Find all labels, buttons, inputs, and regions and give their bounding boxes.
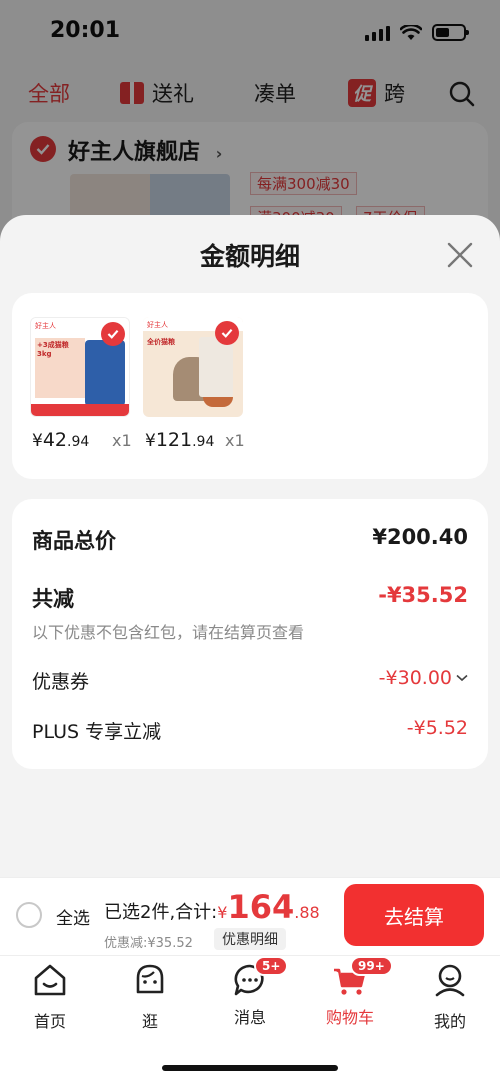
tab-cart[interactable]: 99+ 购物车 <box>310 956 393 1028</box>
product-image-banner <box>31 404 129 416</box>
product-price: ¥42.94 <box>32 429 89 451</box>
coupon-value-row[interactable]: -¥30.00 <box>379 667 468 689</box>
product-image: 好主人 全价猫粮 <box>143 317 243 417</box>
reduction-note: 以下优惠不包含红包，请在结算页查看 <box>32 623 305 642</box>
product-image: 好主人 +3成猫粮3kg <box>30 317 130 417</box>
cart-badge: 99+ <box>350 956 393 976</box>
bottom-tab-bar: 首页 逛 5+ 消息 99+ 购物车 我的 <box>0 955 500 1083</box>
product-image-panel: +3成猫粮3kg <box>35 338 85 398</box>
order-total: ¥164.88 <box>217 888 320 926</box>
currency-symbol: ¥ <box>217 903 228 922</box>
select-all-checkbox[interactable] <box>16 902 42 928</box>
total-decimal: .88 <box>294 903 320 922</box>
discount-summary: 优惠减:¥35.52 <box>104 936 193 951</box>
tab-home-label: 首页 <box>33 1012 66 1031</box>
product-bag-graphic <box>199 337 233 397</box>
close-icon[interactable] <box>446 241 474 269</box>
selected-good-item[interactable]: 好主人 全价猫粮 ¥121.94 x1 <box>143 317 245 451</box>
plus-discount-label: PLUS 专享立减 <box>32 721 162 743</box>
home-icon <box>34 964 66 996</box>
product-image-text: 全价猫粮 <box>147 338 175 346</box>
tab-discover-label: 逛 <box>141 1012 158 1031</box>
chevron-down-icon <box>456 674 468 682</box>
total-reduction-label: 共减 <box>32 587 74 611</box>
cart-icon-wrap: 99+ <box>332 956 393 998</box>
selected-count-text: 已选2件,合计: <box>104 902 218 923</box>
currency-symbol: ¥ <box>32 431 43 451</box>
coupon-value: -¥30.00 <box>378 667 452 689</box>
total-price-label: 商品总价 <box>32 529 116 553</box>
order-summary: 已选2件,合计:¥164.88 <box>104 888 320 926</box>
checkbox-checked-icon <box>101 322 125 346</box>
product-quantity: x1 <box>225 431 245 450</box>
price-integer: 121 <box>155 429 193 451</box>
home-indicator <box>162 1065 338 1071</box>
selected-goods-card: 好主人 +3成猫粮3kg ¥42.94 x1 好主人 全价猫粮 ¥121.94 … <box>12 293 488 479</box>
sheet-title: 金额明细 <box>199 242 300 271</box>
currency-symbol: ¥ <box>145 431 156 451</box>
tab-cart-label: 购物车 <box>325 1008 374 1027</box>
discover-face-icon <box>136 964 164 994</box>
checkbox-checked-icon <box>215 321 239 345</box>
product-price: ¥121.94 <box>145 429 214 451</box>
tab-me-label: 我的 <box>433 1012 466 1031</box>
selected-good-item[interactable]: 好主人 +3成猫粮3kg ¥42.94 x1 <box>30 317 132 451</box>
product-bag-graphic <box>85 340 125 406</box>
checkout-bar: 全选 已选2件,合计:¥164.88 优惠减:¥35.52 优惠明细 去结算 <box>0 877 500 955</box>
total-reduction-value: -¥35.52 <box>378 583 468 607</box>
price-decimal: .94 <box>67 434 90 450</box>
select-all-label[interactable]: 全选 <box>56 904 90 929</box>
price-integer: 42 <box>42 429 68 451</box>
tab-home[interactable]: 首页 <box>10 962 90 1032</box>
bowl-graphic <box>203 397 233 407</box>
plus-discount-value: -¥5.52 <box>406 717 468 739</box>
message-badge: 5+ <box>254 956 289 976</box>
tab-messages[interactable]: 5+ 消息 <box>210 956 290 1028</box>
checkout-button[interactable]: 去结算 <box>344 884 484 946</box>
price-breakdown-card: 商品总价 ¥200.40 共减 -¥35.52 以下优惠不包含红包，请在结算页查… <box>12 499 488 769</box>
price-decimal: .94 <box>192 434 215 450</box>
total-integer: 164 <box>227 888 295 926</box>
product-quantity: x1 <box>112 431 132 450</box>
message-icon-wrap: 5+ <box>232 956 289 998</box>
profile-icon <box>435 964 465 997</box>
total-price-value: ¥200.40 <box>372 525 468 549</box>
product-image-text: +3成猫粮3kg <box>37 341 69 358</box>
tab-me[interactable]: 我的 <box>410 962 490 1032</box>
tab-discover[interactable]: 逛 <box>110 962 190 1032</box>
tab-messages-label: 消息 <box>233 1008 266 1027</box>
coupon-label: 优惠券 <box>32 671 90 693</box>
discount-detail-button[interactable]: 优惠明细 <box>214 928 286 950</box>
